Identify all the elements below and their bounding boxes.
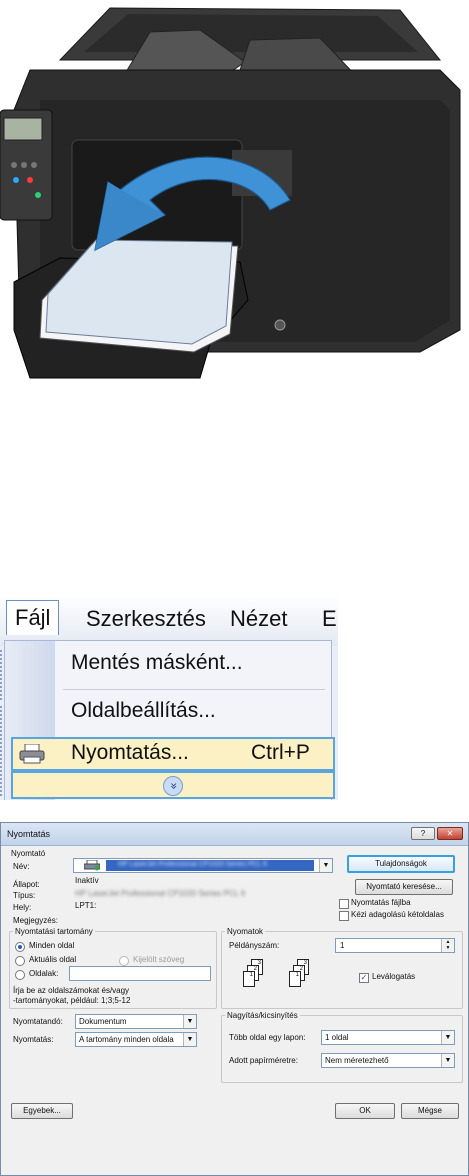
menu-item-print[interactable]: Nyomtatás... Ctrl+P [11,737,335,771]
menu-item-page-setup[interactable]: Oldalbeállítás... [71,699,216,723]
print-what-select[interactable]: Dokumentum ▼ [75,1014,197,1029]
print-value: A tartomány minden oldala [79,1035,174,1044]
menu-edit[interactable]: Szerkesztés [86,606,206,632]
range-pages-label: Oldalak: [29,969,59,978]
type-value: HP LaserJet Professional CP1020 Series P… [75,889,246,898]
collate-page: 1 [243,971,255,987]
file-menu-screenshot: Fájl Szerkesztés Nézet E Mentés másként.… [0,598,338,800]
where-value: LPT1: [75,901,97,910]
properties-button[interactable]: Tulajdonságok [347,855,455,873]
zoom-group-label: Nagyítás/kicsinyítés [225,1011,300,1020]
range-selection-label: Kijelölt szöveg [133,955,185,964]
pages-per-sheet-value: 1 oldal [325,1033,349,1042]
status-label: Állapot: [13,880,40,889]
help-button[interactable]: ? [411,827,435,840]
menu-separator [63,689,325,690]
pages-per-sheet-label: Több oldal egy lapon: [229,1033,306,1042]
range-all-radio[interactable] [15,942,25,952]
chevron-down-icon: » [163,776,183,796]
scale-value: Nem méretezhető [325,1056,389,1065]
type-label: Típus: [13,891,36,900]
dialog-titlebar: Nyomtatás ? ✕ [1,823,468,846]
name-label: Név: [13,862,30,871]
where-label: Hely: [13,903,32,912]
pages-per-sheet-select[interactable]: 1 oldal ▼ [321,1030,455,1045]
copies-spinner[interactable]: 1 ▲ ▼ [335,938,455,953]
printer-group-label: Nyomtató [11,849,46,858]
scale-select[interactable]: Nem méretezhető ▼ [321,1053,455,1068]
range-current-label: Aktuális oldal [29,955,77,964]
print-label: Nyomtatás: [13,1035,54,1044]
range-current-radio[interactable] [15,956,25,966]
collate-page: 1 [289,971,301,987]
chevron-down-icon: ▼ [319,859,332,872]
options-button[interactable]: Egyebek... [11,1103,73,1119]
zoom-group [221,1015,463,1083]
dialog-title: Nyomtatás [7,829,51,839]
print-dialog: Nyomtatás ? ✕ Nyomtató Név: HP LaserJet … [0,822,469,1176]
chevron-down-icon: ▼ [441,1054,454,1067]
ok-button[interactable]: OK [335,1103,395,1119]
printer-name-value: HP LaserJet Professional CP1020 Series P… [118,861,268,868]
menu-item-print-label: Nyomtatás... [71,741,189,764]
printer-name-select[interactable]: HP LaserJet Professional CP1020 Series P… [73,858,333,873]
range-pages-radio[interactable] [15,970,25,980]
close-button[interactable]: ✕ [437,827,463,840]
menu-next-truncated[interactable]: E [322,606,337,632]
range-all-label: Minden oldal [29,941,75,950]
page-range-group-label: Nyomtatási tartomány [13,927,95,936]
menu-bar: Fájl Szerkesztés Nézet E [0,598,338,646]
chevron-down-icon: ▼ [183,1033,196,1046]
print-select[interactable]: A tartomány minden oldala ▼ [75,1032,197,1047]
printer-icon [84,860,100,871]
print-to-file-checkbox[interactable] [339,899,349,909]
printer-icon [19,744,45,764]
copies-group-label: Nyomatok [225,927,266,936]
print-what-value: Dokumentum [79,1017,127,1026]
collate-checkbox[interactable]: ✓ [359,973,369,983]
manual-duplex-label: Kézi adagolású kétoldalas [351,910,444,919]
copies-value: 1 [340,941,345,950]
status-value: Inaktív [75,876,99,885]
range-hint-line-2: -tartományokat, például: 1;3;5-12 [13,996,131,1005]
collate-label: Leválogatás [372,972,416,981]
scale-label: Adott papírméretre: [229,1056,298,1065]
spinner-arrows-icon[interactable]: ▲ ▼ [441,939,454,952]
chevron-down-icon: ▼ [441,1031,454,1044]
print-to-file-label: Nyomtatás fájlba [351,898,411,907]
comment-label: Megjegyzés: [13,916,58,925]
chevron-down-icon: ▼ [183,1015,196,1028]
range-selection-radio[interactable] [119,956,129,966]
file-dropdown: Mentés másként... Oldalbeállítás... Nyom… [4,640,335,800]
menu-item-print-shortcut: Ctrl+P [251,741,310,764]
copies-label: Példányszám: [229,941,280,950]
manual-duplex-checkbox[interactable] [339,911,349,921]
find-printer-button[interactable]: Nyomtató keresése... [355,879,453,895]
menu-view[interactable]: Nézet [230,606,287,632]
menu-file[interactable]: Fájl [6,600,60,635]
range-hint-line-1: Írja be az oldalszámokat és/vagy [13,986,130,995]
range-pages-input[interactable] [69,966,211,981]
print-what-label: Nyomtatandó: [13,1017,63,1026]
cancel-button[interactable]: Mégse [401,1103,459,1119]
menu-item-save-as[interactable]: Mentés másként... [71,651,243,675]
printer-illustration [0,7,461,379]
menu-expand-row[interactable]: » [11,771,335,799]
